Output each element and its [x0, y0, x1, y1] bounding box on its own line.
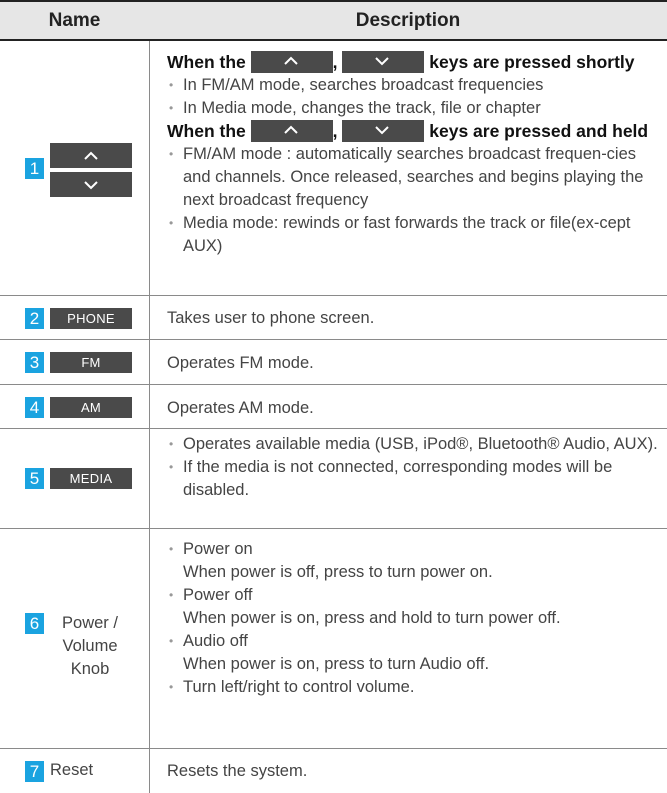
row-name-cell: 3 FM	[0, 340, 149, 384]
heading-text: When the	[167, 52, 246, 72]
inline-up-key	[250, 51, 333, 73]
header-name: Name	[48, 9, 101, 31]
row-name-cell: 1	[0, 41, 149, 295]
row-description-cell: Resets the system.	[149, 749, 667, 793]
chevron-up-icon	[84, 151, 98, 160]
power-volume-knob-label: Power / Volume Knob	[62, 614, 118, 678]
row-description-cell: Operates FM mode.	[149, 340, 667, 384]
inline-up-key	[250, 120, 333, 142]
list-item: In FM/AM mode, searches broadcast freque…	[167, 74, 667, 97]
number-badge: 3	[25, 352, 44, 373]
table-row: 1 When the , keys are pressed shortly In…	[0, 41, 667, 296]
row-name-cell: 7 Reset	[0, 749, 149, 793]
inline-down-key	[342, 120, 425, 142]
chevron-up-icon	[283, 125, 298, 134]
list-item: Media mode: rewinds or fast forwards the…	[167, 212, 667, 258]
seek-down-key	[50, 172, 132, 197]
table-row: 7 Reset Resets the system.	[0, 749, 667, 793]
number-badge: 1	[25, 158, 44, 179]
reset-label: Reset	[50, 761, 94, 779]
table-row: 3 FM Operates FM mode.	[0, 340, 667, 385]
row-description: Resets the system.	[167, 762, 308, 780]
list-item-text: When power is off, press to turn power o…	[183, 563, 493, 581]
list-item-title: Audio off	[167, 630, 667, 653]
chevron-down-icon	[84, 180, 98, 189]
number-badge: 6	[25, 613, 44, 634]
row-description: Operates available media (USB, iPod®, Bl…	[167, 433, 667, 502]
row-description: Power on When power is off, press to tur…	[167, 538, 667, 699]
row-name-cell: 5 MEDIA	[0, 429, 149, 528]
list-item-title: Power off	[167, 584, 667, 607]
heading-text: keys are pressed shortly	[429, 52, 635, 72]
chevron-down-icon	[375, 126, 390, 135]
number-badge: 4	[25, 397, 44, 418]
number-badge: 2	[25, 308, 44, 329]
list-item-text: When power is on, press to turn Audio of…	[183, 655, 490, 673]
table-row: 5 MEDIA Operates available media (USB, i…	[0, 429, 667, 529]
row-description: Takes user to phone screen.	[167, 309, 375, 327]
row-description-cell: Power on When power is off, press to tur…	[149, 529, 667, 748]
row-description: Operates AM mode.	[167, 399, 314, 417]
table-row: 2 PHONE Takes user to phone screen.	[0, 296, 667, 340]
am-key: AM	[50, 397, 132, 418]
list-item: FM/AM mode : automatically searches broa…	[167, 143, 667, 212]
row-description-cell: When the , keys are pressed shortly In F…	[149, 41, 667, 295]
table-row: 4 AM Operates AM mode.	[0, 385, 667, 429]
row-description: Operates FM mode.	[167, 354, 314, 372]
row-description-cell: Takes user to phone screen.	[149, 296, 667, 339]
inline-down-key	[342, 51, 425, 73]
phone-key: PHONE	[50, 308, 132, 329]
table-header: Name Description	[0, 0, 667, 41]
list-item: If the media is not connected, correspon…	[167, 456, 667, 502]
separator: ,	[332, 52, 338, 72]
chevron-up-icon	[283, 56, 298, 65]
list-item-title: Turn left/right to control volume.	[167, 676, 667, 699]
heading-pressed-shortly: When the , keys are pressed shortly	[167, 51, 667, 74]
chevron-down-icon	[375, 57, 390, 66]
row-description-cell: Operates AM mode.	[149, 385, 667, 428]
heading-text: keys are pressed and held	[429, 121, 649, 141]
row1-description: When the , keys are pressed shortly In F…	[167, 51, 667, 258]
heading-pressed-held: When the , keys are pressed and held	[167, 120, 667, 143]
fm-key: FM	[50, 352, 132, 373]
row-name-cell: 6 Power / Volume Knob	[0, 529, 149, 748]
list-item: In Media mode, changes the track, file o…	[167, 97, 667, 120]
row-description-cell: Operates available media (USB, iPod®, Bl…	[149, 429, 667, 528]
header-description: Description	[355, 9, 461, 31]
table-row: 6 Power / Volume Knob Power on When powe…	[0, 529, 667, 749]
row-name-cell: 2 PHONE	[0, 296, 149, 339]
seek-up-key	[50, 143, 132, 168]
list-item: Operates available media (USB, iPod®, Bl…	[167, 433, 667, 456]
media-key: MEDIA	[50, 468, 132, 489]
list-item-text: When power is on, press and hold to turn…	[183, 609, 561, 627]
heading-text: When the	[167, 121, 246, 141]
row-name-cell: 4 AM	[0, 385, 149, 428]
number-badge: 7	[25, 761, 44, 782]
separator: ,	[332, 121, 338, 141]
number-badge: 5	[25, 468, 44, 489]
list-item-title: Power on	[167, 538, 667, 561]
